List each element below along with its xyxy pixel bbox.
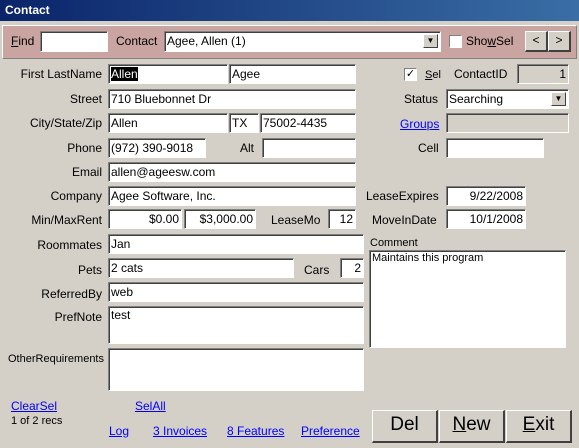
next-record-button[interactable]: > xyxy=(548,31,571,52)
roommates-input[interactable]: Jan xyxy=(108,234,364,254)
contactid-field: 1 xyxy=(517,64,569,84)
invoices-link[interactable]: 3 Invoices xyxy=(153,423,207,439)
min-max-rent-label: Min/MaxRent xyxy=(31,213,102,227)
features-link[interactable]: 8 Features xyxy=(227,423,284,439)
zip-input[interactable]: 75002-4435 xyxy=(260,113,356,133)
contact-window: Contact Find Contact Agee, Allen (1) ▼ S… xyxy=(0,0,579,448)
roommates-label: Roommates xyxy=(37,238,102,252)
delete-button[interactable]: Del xyxy=(372,410,438,443)
email-input[interactable]: allen@ageesw.com xyxy=(108,162,356,182)
alt-label: Alt xyxy=(240,141,255,155)
chevron-right-icon: > xyxy=(555,33,563,47)
city-input[interactable]: Allen xyxy=(108,113,228,133)
first-last-label: First LastName xyxy=(20,67,102,81)
chevron-down-icon[interactable]: ▼ xyxy=(551,92,566,106)
comment-textarea[interactable]: Maintains this program xyxy=(369,250,566,348)
moveindate-input[interactable]: 10/1/2008 xyxy=(446,209,526,229)
leaseexpires-input[interactable]: 9/22/2008 xyxy=(446,186,526,206)
pets-input[interactable]: 2 cats xyxy=(108,258,294,278)
leasemo-input[interactable]: 12 xyxy=(328,209,356,229)
leasemo-label: LeaseMo xyxy=(271,213,321,227)
window-title: Contact xyxy=(0,0,579,21)
log-link[interactable]: Log xyxy=(109,423,129,439)
prefnote-textarea[interactable]: test xyxy=(108,306,364,344)
new-button[interactable]: New xyxy=(439,410,505,443)
comment-label: Comment xyxy=(370,237,418,249)
pets-label: Pets xyxy=(77,263,102,277)
company-input[interactable]: Agee Software, Inc. xyxy=(108,186,356,206)
chevron-left-icon: < xyxy=(532,33,540,47)
sel-label: Sel xyxy=(425,69,441,81)
status-combo[interactable]: Searching ▼ xyxy=(446,89,569,109)
clearsel-link[interactable]: ClearSel xyxy=(11,398,57,414)
contact-combo[interactable]: Agee, Allen (1) ▼ xyxy=(164,31,441,52)
phone-label: Phone xyxy=(67,141,102,155)
first-name-value: Allen xyxy=(111,67,138,81)
other-requirements-textarea[interactable] xyxy=(108,348,364,391)
cars-input[interactable]: 2 xyxy=(340,258,364,278)
groups-field xyxy=(446,113,569,133)
find-label: Find xyxy=(11,34,35,48)
cell-input[interactable] xyxy=(446,138,544,158)
status-combo-value: Searching xyxy=(449,92,504,106)
street-label: Street xyxy=(69,92,102,106)
status-label: Status xyxy=(404,92,439,106)
exit-button[interactable]: Exit xyxy=(506,410,572,443)
prefnote-label: PrefNote xyxy=(54,310,102,324)
chevron-down-icon[interactable]: ▼ xyxy=(423,34,438,48)
contact-combo-value: Agee, Allen (1) xyxy=(167,34,246,48)
moveindate-label: MoveInDate xyxy=(372,213,437,227)
cell-label: Cell xyxy=(418,141,439,155)
contactid-label: ContactID xyxy=(454,67,508,81)
selall-link[interactable]: SelAll xyxy=(135,398,166,414)
checkmark-icon: ✓ xyxy=(405,68,416,80)
state-input[interactable]: TX xyxy=(229,113,259,133)
other-requirements-label: OtherRequirements xyxy=(8,353,104,365)
street-input[interactable]: 710 Bluebonnet Dr xyxy=(108,89,356,109)
preference-link[interactable]: Preference xyxy=(301,423,360,439)
alt-phone-input[interactable] xyxy=(262,138,356,158)
cars-label: Cars xyxy=(304,263,330,277)
first-name-input[interactable]: Allen xyxy=(108,64,228,84)
city-state-zip-label: City/State/Zip xyxy=(29,116,102,130)
find-input[interactable] xyxy=(40,31,108,52)
min-rent-input[interactable]: $0.00 xyxy=(108,209,182,229)
last-name-input[interactable]: Agee xyxy=(229,64,356,84)
record-count: 1 of 2 recs xyxy=(11,415,63,427)
email-label: Email xyxy=(71,165,102,179)
prev-record-button[interactable]: < xyxy=(525,31,548,52)
groups-link[interactable]: Groups xyxy=(400,116,439,132)
referredby-label: ReferredBy xyxy=(41,287,102,301)
contact-label: Contact xyxy=(116,34,158,48)
leaseexpires-label: LeaseExpires xyxy=(366,189,439,203)
max-rent-input[interactable]: $3,000.00 xyxy=(184,209,256,229)
showsel-label: ShowSel xyxy=(466,34,514,48)
showsel-checkbox[interactable] xyxy=(449,35,462,48)
phone-input[interactable]: (972) 390-9018 xyxy=(108,138,206,158)
company-label: Company xyxy=(50,189,102,203)
sel-checkbox[interactable]: ✓ xyxy=(404,68,417,81)
referredby-input[interactable]: web xyxy=(108,282,364,302)
